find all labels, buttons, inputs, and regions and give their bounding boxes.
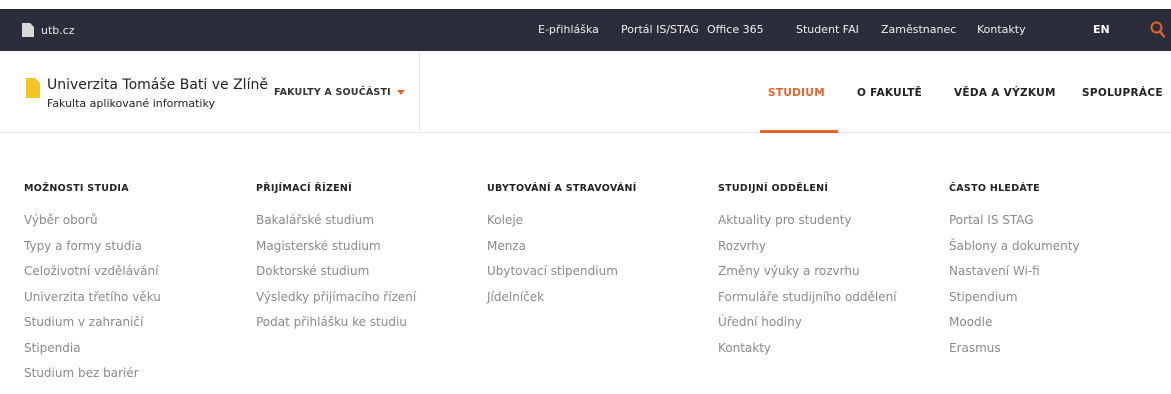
menu-column-prijimaci-rizeni: PŘIJÍMACÍ ŘÍZENÍ Bakalářské studium Magi… — [256, 183, 416, 341]
menu-link[interactable]: Aktuality pro studenty — [718, 213, 897, 239]
active-nav-indicator — [760, 130, 838, 133]
menu-link[interactable]: Změny výuky a rozvrhu — [718, 264, 897, 290]
domain-label: utb.cz — [41, 23, 75, 37]
domain-link[interactable]: utb.cz — [22, 21, 75, 39]
menu-link[interactable]: Formuláře studijního oddělení — [718, 290, 897, 316]
nav-spoluprace[interactable]: SPOLUPRÁCE — [1082, 87, 1163, 99]
menu-column-studijni-oddeleni: STUDIJNÍ ODDĚLENÍ Aktuality pro studenty… — [718, 183, 897, 366]
link-kontakty[interactable]: Kontakty — [977, 23, 1026, 36]
menu-link[interactable]: Stipendia — [24, 341, 161, 367]
faculty-name[interactable]: Fakulta aplikované informatiky — [47, 97, 215, 110]
menu-link[interactable]: Erasmus — [949, 341, 1080, 367]
menu-link[interactable]: Univerzita třetího věku — [24, 290, 161, 316]
caret-down-icon — [396, 90, 405, 95]
menu-link[interactable]: Šablony a dokumenty — [949, 239, 1080, 265]
menu-column-title: ČASTO HLEDÁTE — [949, 183, 1040, 194]
nav-o-fakulte[interactable]: O FAKULTĚ — [857, 87, 922, 99]
document-icon — [22, 23, 34, 37]
menu-link[interactable]: Portal IS STAG — [949, 213, 1080, 239]
menu-link[interactable]: Studium v zahraničí — [24, 315, 161, 341]
top-utility-bar: utb.cz E-přihláška Portál IS/STAG Office… — [0, 9, 1171, 51]
menu-column-ubytovani: UBYTOVÁNÍ A STRAVOVÁNÍ Koleje Menza Ubyt… — [487, 183, 637, 315]
menu-link[interactable]: Moodle — [949, 315, 1080, 341]
menu-link[interactable]: Koleje — [487, 213, 637, 239]
site-header: Univerzita Tomáše Bati ve Zlíně Fakulta … — [0, 51, 1171, 133]
menu-link[interactable]: Jídelníček — [487, 290, 637, 316]
faculties-dropdown[interactable]: FAKULTY A SOUČÁSTI — [274, 87, 405, 98]
menu-link[interactable]: Úřední hodiny — [718, 315, 897, 341]
menu-link[interactable]: Ubytovací stipendium — [487, 264, 637, 290]
menu-link[interactable]: Kontakty — [718, 341, 897, 367]
link-office-365[interactable]: Office 365 — [707, 23, 764, 36]
nav-veda-a-vyzkum[interactable]: VĚDA A VÝZKUM — [954, 87, 1056, 99]
menu-link[interactable]: Bakalářské studium — [256, 213, 416, 239]
menu-link[interactable]: Výběr oborů — [24, 213, 161, 239]
search-icon[interactable] — [1150, 21, 1165, 38]
menu-column-casto-hledate: ČASTO HLEDÁTE Portal IS STAG Šablony a d… — [949, 183, 1080, 366]
menu-column-moznosti-studia: MOŽNOSTI STUDIA Výběr oborů Typy a formy… — [24, 183, 161, 392]
faculties-dropdown-label: FAKULTY A SOUČÁSTI — [274, 87, 391, 98]
language-switch[interactable]: EN — [1093, 23, 1110, 36]
menu-column-title: UBYTOVÁNÍ A STRAVOVÁNÍ — [487, 183, 637, 194]
university-name[interactable]: Univerzita Tomáše Bati ve Zlíně — [47, 77, 268, 93]
link-e-prihlaska[interactable]: E-přihláška — [538, 23, 599, 36]
menu-column-title: MOŽNOSTI STUDIA — [24, 183, 129, 194]
menu-link[interactable]: Doktorské studium — [256, 264, 416, 290]
menu-link[interactable]: Celoživotní vzdělávání — [24, 264, 161, 290]
menu-link[interactable]: Rozvrhy — [718, 239, 897, 265]
menu-link[interactable]: Stipendium — [949, 290, 1080, 316]
university-logo-icon[interactable] — [26, 78, 40, 98]
menu-link[interactable]: Studium bez bariér — [24, 366, 161, 392]
header-divider — [419, 51, 420, 133]
menu-link[interactable]: Typy a formy studia — [24, 239, 161, 265]
link-portal-is-stag[interactable]: Portál IS/STAG — [621, 23, 699, 36]
link-zamestnanec[interactable]: Zaměstnanec — [881, 23, 956, 36]
menu-link[interactable]: Menza — [487, 239, 637, 265]
menu-link[interactable]: Podat přihlášku ke studiu — [256, 315, 416, 341]
menu-column-title: STUDIJNÍ ODDĚLENÍ — [718, 183, 829, 194]
nav-studium[interactable]: STUDIUM — [768, 87, 825, 99]
menu-column-title: PŘIJÍMACÍ ŘÍZENÍ — [256, 183, 353, 194]
link-student-fai[interactable]: Student FAI — [796, 23, 859, 36]
menu-link[interactable]: Nastavení Wi-fi — [949, 264, 1080, 290]
menu-link[interactable]: Výsledky přijímacího řízení — [256, 290, 416, 316]
menu-link[interactable]: Magisterské studium — [256, 239, 416, 265]
